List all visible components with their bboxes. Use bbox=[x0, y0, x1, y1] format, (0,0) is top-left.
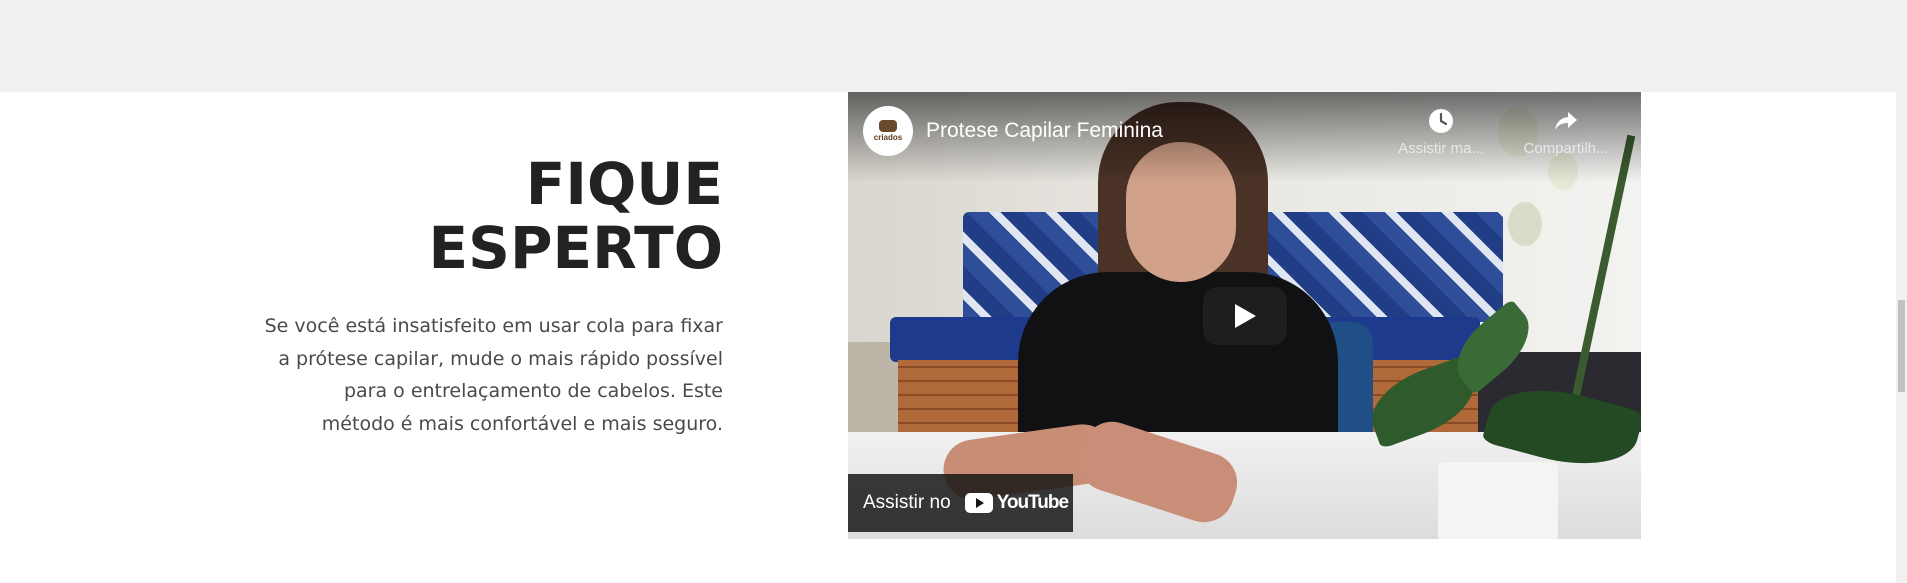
heading-line-2: ESPERTO bbox=[428, 214, 723, 282]
channel-avatar-text: criados bbox=[873, 133, 903, 142]
body-line: para o entrelaçamento de cabelos. Este bbox=[343, 380, 723, 402]
top-band bbox=[0, 0, 1907, 92]
page-scrollbar[interactable] bbox=[1896, 0, 1907, 583]
thumbnail-plant-pot bbox=[1438, 462, 1558, 539]
youtube-wordmark: YouTube bbox=[996, 492, 1069, 513]
channel-avatar[interactable]: criados bbox=[863, 106, 913, 156]
scrollbar-thumb[interactable] bbox=[1898, 300, 1905, 392]
section-body-text: Se você está insatisfeito em usar cola p… bbox=[223, 310, 723, 440]
share-arrow-icon bbox=[1555, 112, 1577, 130]
watch-later-button[interactable]: Assistir ma... bbox=[1386, 108, 1496, 157]
section-heading: FIQUE ESPERTO bbox=[429, 152, 723, 280]
youtube-play-logo-icon bbox=[964, 493, 993, 513]
heading-line-1: FIQUE bbox=[525, 150, 723, 218]
body-line: a prótese capilar, mude o mais rápido po… bbox=[278, 347, 723, 370]
play-icon bbox=[1235, 304, 1256, 328]
share-label: Compartilh... bbox=[1523, 140, 1609, 157]
body-line: método é mais confortável e mais seguro. bbox=[321, 412, 723, 435]
share-button[interactable]: Compartilh... bbox=[1511, 108, 1621, 157]
watch-on-youtube-button[interactable]: Assistir no YouTube bbox=[848, 474, 1073, 532]
thumbnail-flower bbox=[1508, 202, 1542, 246]
clock-icon bbox=[1429, 109, 1453, 133]
watch-on-label: Assistir no bbox=[863, 492, 951, 513]
play-button[interactable] bbox=[1203, 287, 1287, 345]
youtube-video-embed[interactable]: criados Protese Capilar Feminina Assisti… bbox=[848, 92, 1641, 539]
watch-later-label: Assistir ma... bbox=[1398, 140, 1484, 157]
video-title-link[interactable]: Protese Capilar Feminina bbox=[926, 118, 1163, 144]
youtube-logo: YouTube bbox=[964, 492, 1069, 514]
channel-logo-mark-icon bbox=[879, 120, 897, 132]
body-line: Se você está insatisfeito em usar cola p… bbox=[264, 315, 723, 337]
